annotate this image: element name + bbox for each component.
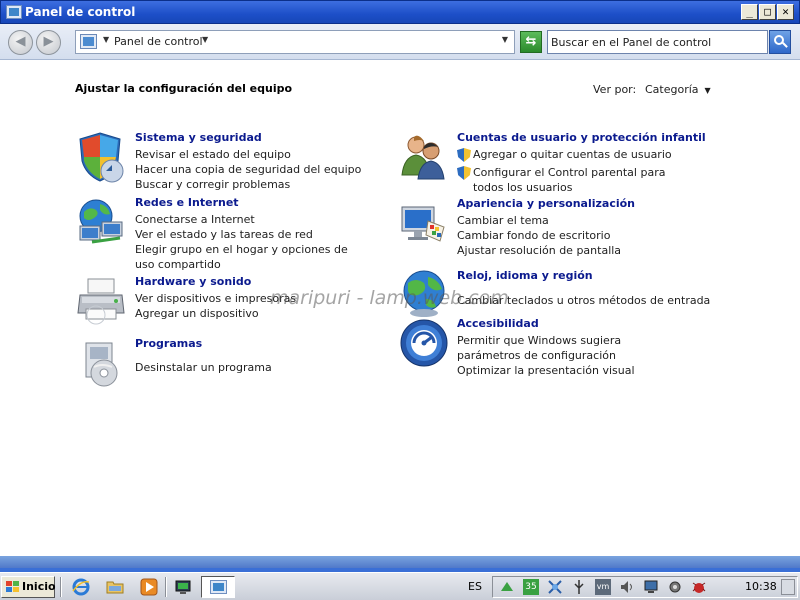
category-title[interactable]: Apariencia y personalización bbox=[457, 197, 635, 210]
windows-flag-icon bbox=[6, 581, 19, 593]
internet-explorer-icon[interactable] bbox=[72, 578, 90, 596]
control-panel-icon bbox=[210, 580, 227, 594]
back-button[interactable]: ◀ bbox=[8, 30, 33, 55]
system-tray: 35 vm 10:38 bbox=[492, 576, 798, 598]
link-label: Agregar o quitar cuentas de usuario bbox=[473, 148, 672, 161]
vmware-tools-icon[interactable]: vm bbox=[595, 579, 611, 595]
breadcrumb-dropdown-icon[interactable]: ▼ bbox=[202, 35, 208, 44]
refresh-button[interactable]: ⇆ bbox=[520, 31, 542, 53]
link-add-remove-accounts[interactable]: Agregar o quitar cuentas de usuario bbox=[457, 147, 687, 162]
category-title[interactable]: Redes e Internet bbox=[135, 196, 239, 209]
language-indicator[interactable]: ES bbox=[468, 580, 482, 593]
show-desktop-button[interactable] bbox=[781, 579, 795, 595]
link-backup[interactable]: Hacer una copia de seguridad del equipo bbox=[135, 162, 365, 177]
window-title: Panel de control bbox=[25, 5, 136, 19]
network-monitor-icon[interactable] bbox=[643, 579, 659, 595]
page-title: Ajustar la configuración del equipo bbox=[75, 82, 293, 95]
minimize-button[interactable]: _ bbox=[741, 4, 758, 20]
window-frame-bottom bbox=[0, 556, 800, 568]
network-connection-icon[interactable] bbox=[547, 579, 563, 595]
taskbar-item-control-panel[interactable] bbox=[201, 576, 235, 598]
display-palette-icon bbox=[401, 206, 445, 242]
folder-explorer-icon[interactable] bbox=[106, 578, 124, 596]
content-area: Ajustar la configuración del equipo Ver … bbox=[4, 61, 796, 555]
view-by-dropdown[interactable]: Categoría ▼ bbox=[645, 83, 711, 96]
refresh-icon: ⇆ bbox=[525, 34, 537, 49]
category-title[interactable]: Cuentas de usuario y protección infantil bbox=[457, 131, 706, 144]
link-check-status[interactable]: Revisar el estado del equipo bbox=[135, 147, 365, 162]
start-label: Inicio bbox=[22, 580, 56, 593]
link-parental-control[interactable]: Configurar el Control parental para todo… bbox=[457, 165, 687, 195]
search-button[interactable] bbox=[769, 30, 791, 54]
link-change-background[interactable]: Cambiar fondo de escritorio bbox=[457, 228, 687, 243]
shield-icon bbox=[79, 132, 124, 183]
search-box[interactable] bbox=[547, 30, 768, 54]
programs-disc-icon bbox=[85, 342, 118, 387]
navigation-bar: ◀ ▶ ▼ Panel de control ▼ ▼ ⇆ bbox=[0, 24, 800, 60]
maximize-button[interactable]: □ bbox=[759, 4, 776, 20]
printer-icon bbox=[77, 278, 125, 325]
search-input[interactable] bbox=[551, 34, 763, 50]
address-history-dropdown-icon[interactable]: ▼ bbox=[502, 35, 508, 44]
category-title[interactable]: Programas bbox=[135, 337, 202, 350]
chevron-down-icon: ▼ bbox=[704, 86, 711, 95]
link-windows-suggest-settings[interactable]: Permitir que Windows sugiera parámetros … bbox=[457, 333, 687, 363]
volume-speaker-icon[interactable] bbox=[619, 579, 635, 595]
link-homegroup[interactable]: Elegir grupo en el hogar y opciones de u… bbox=[135, 242, 365, 272]
network-monitor-icon[interactable] bbox=[174, 578, 192, 596]
badge-counter[interactable]: 35 bbox=[523, 579, 539, 595]
category-title[interactable]: Reloj, idioma y región bbox=[457, 269, 593, 282]
category-title[interactable]: Sistema y seguridad bbox=[135, 131, 262, 144]
watermark-text: maripuri - lamp.web.com bbox=[270, 287, 509, 309]
accessibility-icon bbox=[400, 319, 448, 367]
breadcrumb-chevron-icon[interactable]: ▼ bbox=[103, 35, 109, 44]
link-connect-internet[interactable]: Conectarse a Internet bbox=[135, 212, 365, 227]
media-player-icon[interactable] bbox=[140, 578, 158, 596]
bug-icon[interactable] bbox=[691, 579, 707, 595]
control-panel-icon bbox=[6, 5, 22, 19]
uac-shield-icon bbox=[457, 148, 471, 162]
network-globe-icon bbox=[79, 199, 123, 244]
taskbar-divider bbox=[165, 577, 167, 597]
users-icon bbox=[401, 135, 445, 180]
green-arrow-icon[interactable] bbox=[499, 579, 515, 595]
link-label: Configurar el Control parental para todo… bbox=[473, 166, 666, 194]
view-by-value: Categoría bbox=[645, 83, 699, 96]
address-bar[interactable]: ▼ Panel de control ▼ ▼ bbox=[75, 30, 515, 54]
breadcrumb-control-panel[interactable]: Panel de control bbox=[114, 35, 203, 48]
usb-device-icon[interactable] bbox=[571, 579, 587, 595]
category-title[interactable]: Accesibilidad bbox=[457, 317, 539, 330]
forward-arrow-icon: ▶ bbox=[43, 34, 54, 49]
link-network-status[interactable]: Ver el estado y las tareas de red bbox=[135, 227, 365, 242]
link-optimize-display[interactable]: Optimizar la presentación visual bbox=[457, 363, 687, 378]
view-by-label: Ver por: bbox=[593, 83, 637, 96]
window-title-bar[interactable]: Panel de control _ □ ✕ bbox=[0, 0, 800, 24]
settings-gear-icon[interactable] bbox=[667, 579, 683, 595]
forward-button[interactable]: ▶ bbox=[36, 30, 61, 55]
link-change-theme[interactable]: Cambiar el tema bbox=[457, 213, 687, 228]
taskbar: Inicio ES 35 vm 10:38 bbox=[0, 572, 800, 600]
close-button[interactable]: ✕ bbox=[777, 4, 794, 20]
taskbar-divider bbox=[60, 577, 62, 597]
category-title[interactable]: Hardware y sonido bbox=[135, 275, 251, 288]
link-troubleshoot[interactable]: Buscar y corregir problemas bbox=[135, 177, 365, 192]
control-panel-icon bbox=[80, 34, 97, 49]
link-screen-resolution[interactable]: Ajustar resolución de pantalla bbox=[457, 243, 687, 258]
link-uninstall-program[interactable]: Desinstalar un programa bbox=[135, 360, 365, 375]
clock[interactable]: 10:38 bbox=[745, 580, 777, 593]
start-button[interactable]: Inicio bbox=[1, 576, 56, 598]
back-arrow-icon: ◀ bbox=[15, 34, 26, 49]
uac-shield-icon bbox=[457, 166, 471, 180]
